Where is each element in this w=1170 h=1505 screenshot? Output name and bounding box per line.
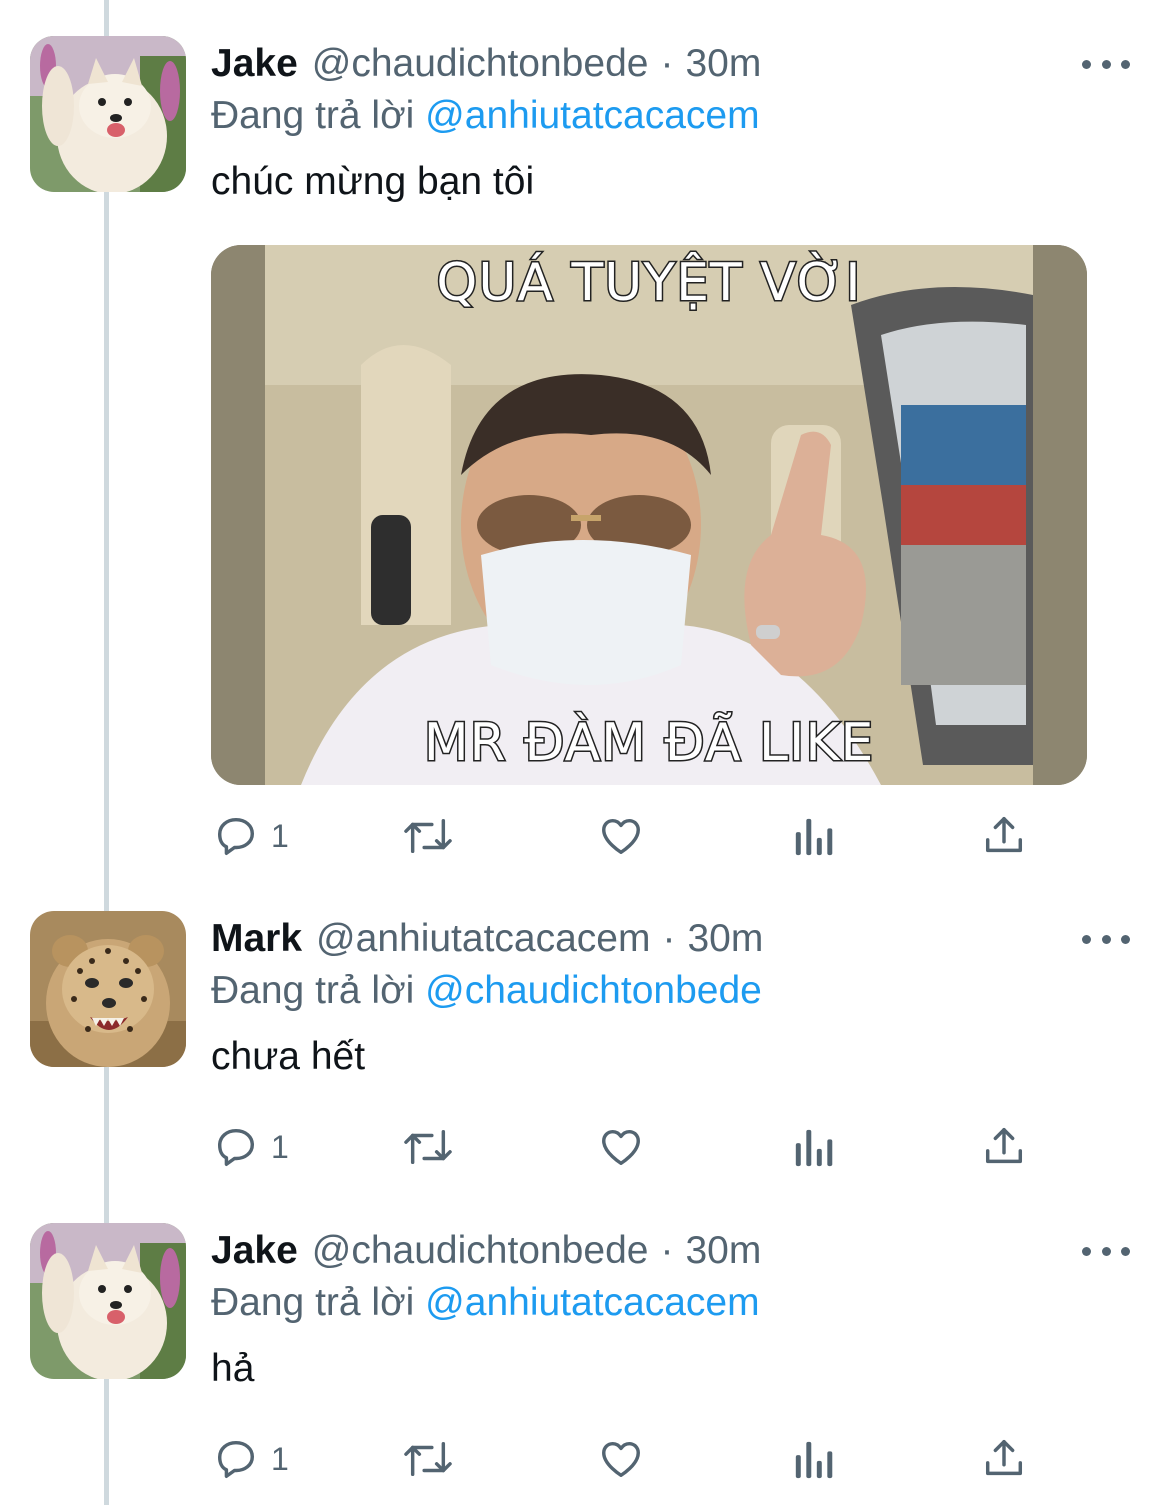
share-icon: [985, 1440, 1023, 1476]
avatar[interactable]: [30, 911, 186, 1067]
cheetah-cub-avatar-image: [30, 911, 186, 1067]
samoyed-dog-avatar-image: [30, 36, 186, 192]
analytics-icon: [795, 818, 833, 856]
reply-count: 1: [271, 1440, 289, 1477]
retweet-icon: [404, 818, 452, 854]
samoyed-dog-avatar-image: [30, 1223, 186, 1379]
timestamp[interactable]: 30m: [685, 36, 761, 92]
tweet[interactable]: Mark @anhiutatcacacem · 30m Đang trả lời…: [0, 911, 1170, 1181]
tweet-actions: 1: [0, 1117, 1170, 1177]
like-icon: [602, 818, 640, 855]
reply-count: 1: [271, 817, 289, 854]
tweet-header: Jake @chaudichtonbede · 30m: [211, 36, 761, 92]
retweet-button[interactable]: [400, 806, 456, 866]
tweet[interactable]: Jake @chaudichtonbede · 30m Đang trả lời…: [0, 36, 1170, 856]
reply-button[interactable]: 1: [213, 1429, 289, 1489]
retweet-button[interactable]: [400, 1117, 456, 1177]
like-button[interactable]: [597, 806, 645, 866]
separator-dot: ·: [660, 1229, 674, 1272]
avatar[interactable]: [30, 36, 186, 192]
reply-icon: [217, 1128, 255, 1166]
author-name[interactable]: Jake: [211, 36, 298, 92]
reply-button[interactable]: 1: [213, 806, 289, 866]
tweet-text: hả: [211, 1347, 255, 1390]
reply-icon: [217, 1440, 255, 1478]
tweet-text: chưa hết: [211, 1035, 366, 1078]
mention-link[interactable]: @anhiutatcacacem: [425, 1281, 759, 1324]
replying-prefix: Đang trả lời: [211, 969, 415, 1012]
analytics-button[interactable]: [792, 806, 834, 866]
author-handle[interactable]: @chaudichtonbede: [312, 1223, 649, 1279]
replying-prefix: Đang trả lời: [211, 1281, 415, 1324]
like-button[interactable]: [597, 1117, 645, 1177]
share-button[interactable]: [980, 806, 1028, 866]
analytics-button[interactable]: [792, 1117, 834, 1177]
avatar[interactable]: [30, 1223, 186, 1379]
tweet-text: chúc mừng bạn tôi: [211, 160, 535, 203]
share-button[interactable]: [980, 1117, 1028, 1177]
like-icon: [602, 1129, 640, 1166]
separator-dot: ·: [662, 917, 676, 960]
tweet-media-image[interactable]: QUÁ TUYỆT VỜI MR ĐÀM ĐÃ LIKE: [211, 245, 1087, 785]
tweet-header: Jake @chaudichtonbede · 30m: [211, 1223, 761, 1279]
like-icon: [602, 1441, 640, 1478]
retweet-icon: [404, 1129, 452, 1165]
separator-dot: ·: [660, 42, 674, 85]
meme-photo: [211, 245, 1087, 785]
share-icon: [985, 1128, 1023, 1164]
tweet[interactable]: Jake @chaudichtonbede · 30m Đang trả lời…: [0, 1223, 1170, 1493]
timestamp[interactable]: 30m: [687, 911, 763, 967]
reply-icon: [217, 817, 255, 855]
retweet-icon: [404, 1441, 452, 1477]
author-name[interactable]: Mark: [211, 911, 302, 967]
reply-count: 1: [271, 1128, 289, 1165]
author-name[interactable]: Jake: [211, 1223, 298, 1279]
mention-link[interactable]: @anhiutatcacacem: [425, 94, 759, 137]
replying-to: Đang trả lời @anhiutatcacacem: [211, 88, 760, 144]
reply-button[interactable]: 1: [213, 1117, 289, 1177]
replying-to: Đang trả lời @anhiutatcacacem: [211, 1275, 760, 1331]
meme-bottom-caption: MR ĐÀM ĐÃ LIKE: [422, 712, 875, 775]
tweet-header: Mark @anhiutatcacacem · 30m: [211, 911, 763, 967]
tweet-actions: 1: [0, 1429, 1170, 1489]
analytics-icon: [795, 1129, 833, 1167]
mention-link[interactable]: @chaudichtonbede: [425, 969, 762, 1012]
more-options-icon[interactable]: [1082, 1237, 1130, 1265]
analytics-button[interactable]: [792, 1429, 834, 1489]
retweet-button[interactable]: [400, 1429, 456, 1489]
more-options-icon[interactable]: [1082, 50, 1130, 78]
more-options-icon[interactable]: [1082, 925, 1130, 953]
meme-top-caption: QUÁ TUYỆT VỜI: [435, 252, 862, 315]
share-icon: [985, 817, 1023, 853]
share-button[interactable]: [980, 1429, 1028, 1489]
replying-to: Đang trả lời @chaudichtonbede: [211, 963, 762, 1019]
timestamp[interactable]: 30m: [685, 1223, 761, 1279]
replying-prefix: Đang trả lời: [211, 94, 415, 137]
tweet-actions: 1: [0, 806, 1170, 866]
like-button[interactable]: [597, 1429, 645, 1489]
author-handle[interactable]: @anhiutatcacacem: [316, 911, 650, 967]
author-handle[interactable]: @chaudichtonbede: [312, 36, 649, 92]
analytics-icon: [795, 1441, 833, 1479]
